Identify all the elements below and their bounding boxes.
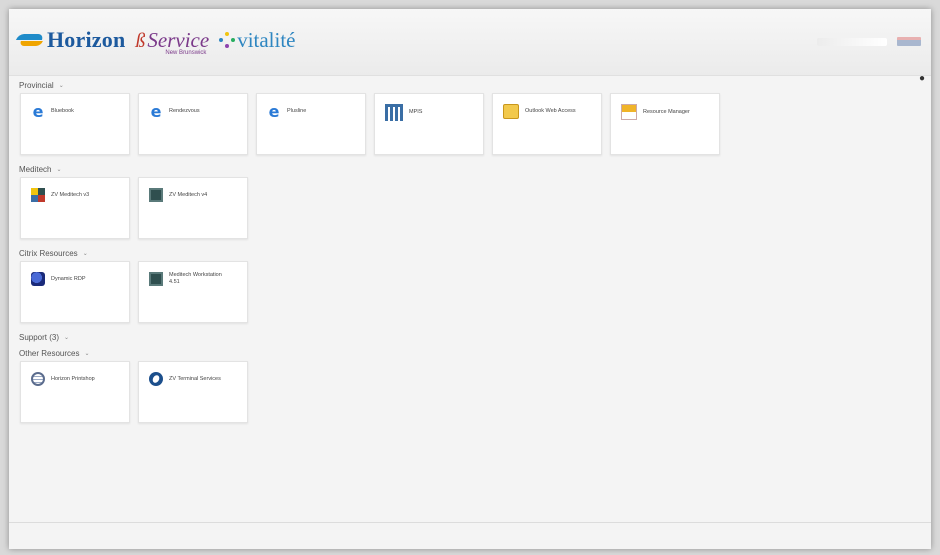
tile-row: ZV Meditech v3 ZV Meditech v4 (20, 177, 919, 239)
tile-header: MPIS (385, 104, 422, 121)
chart-icon (621, 104, 637, 120)
tile-name: ZV Meditech v4 (169, 191, 208, 198)
horizon-logo: Horizon (15, 27, 126, 53)
app-tile[interactable]: Horizon Printshop (20, 361, 130, 423)
vitalite-dots-icon (219, 32, 236, 48)
section-title[interactable]: Support (3) ⌄ (19, 329, 919, 345)
tile-header: ZV Meditech v4 (149, 188, 207, 202)
service-logo-subtitle: New Brunswick (165, 49, 207, 56)
tile-header: Resource Manager (621, 104, 690, 120)
app-tile[interactable]: MPIS (374, 93, 484, 155)
section-title-text: Provincial (19, 80, 54, 90)
tile-row: Horizon Printshop ZV Terminal Services (20, 361, 919, 423)
ie-icon: e (268, 101, 280, 121)
tile-name: Plusline (287, 107, 307, 114)
tile-header: Horizon Printshop (31, 372, 95, 386)
settings-gear-icon[interactable]: ● (919, 73, 925, 84)
tile-header: ZV Meditech v3 (31, 188, 89, 202)
app-tile[interactable]: e Rendezvous (138, 93, 248, 155)
app-tile[interactable]: Dynamic RDP (20, 261, 130, 323)
section-title-text: Meditech (19, 164, 52, 174)
chevron-down-icon[interactable]: ⌄ (64, 334, 69, 341)
tile-header: Outlook Web Access (503, 104, 576, 119)
section-title-text: Support (3) (19, 332, 60, 342)
tile-name: MPIS (409, 109, 423, 115)
remote-desktop-icon (31, 272, 45, 286)
chevron-down-icon[interactable]: ⌄ (56, 166, 61, 173)
tile-name: Meditech Workstation 4.51 (169, 272, 222, 285)
section-title[interactable]: Citrix Resources ⌄ (19, 245, 919, 261)
section-4: Other Resources ⌄ Horizon Printshop ZV Term… (19, 345, 919, 423)
app-sections: Provincial ⌄ e Bluebook e Rendezvous e Plusline… (19, 77, 919, 429)
tile-name: Resource Manager (643, 108, 690, 115)
section-1: Meditech ⌄ ZV Meditech v3 ZV Meditech v4 (19, 161, 919, 239)
tile-name: Outlook Web Access (525, 108, 576, 114)
section-title[interactable]: Other Resources ⌄ (19, 345, 919, 361)
horizon-logo-text: Horizon (47, 27, 126, 52)
horizon-mark-icon (15, 32, 45, 48)
section-title[interactable]: Provincial ⌄ (19, 77, 919, 93)
tile-header: Meditech Workstation 4.51 (149, 272, 229, 286)
tile-name: Horizon Printshop (51, 375, 95, 382)
app-tile[interactable]: ZV Meditech v3 (20, 177, 130, 239)
chevron-down-icon[interactable]: ⌄ (83, 250, 88, 257)
app-tile[interactable]: Meditech Workstation 4.51 (138, 261, 248, 323)
tile-row: e Bluebook e Rendezvous e Plusline MPIS Outlook… (20, 93, 919, 155)
logo-row: Horizon ß Service New Brunswick vitalité (15, 27, 296, 56)
app-tile[interactable]: ZV Terminal Services (138, 361, 248, 423)
chevron-down-icon[interactable]: ⌄ (84, 350, 89, 357)
footer (9, 522, 931, 549)
folder-icon (503, 104, 519, 119)
tile-header: e Bluebook (31, 101, 74, 121)
tile-header: ZV Terminal Services (149, 372, 221, 386)
meditech-v4-icon (149, 188, 163, 202)
app-tile[interactable]: e Plusline (256, 93, 366, 155)
meditech-v3-icon (31, 188, 45, 202)
terminal-services-icon (149, 372, 163, 386)
chevron-down-icon[interactable]: ⌄ (59, 82, 64, 89)
section-0: Provincial ⌄ e Bluebook e Rendezvous e Plusline… (19, 77, 919, 155)
meditech-workstation-icon (149, 272, 163, 286)
service-logo: ß Service New Brunswick (135, 28, 209, 56)
service-mark-icon: ß (135, 29, 146, 52)
section-title-text: Other Resources (19, 348, 80, 358)
tile-name: Dynamic RDP (51, 275, 86, 282)
user-menu[interactable] (817, 37, 887, 46)
ie-icon: e (32, 101, 44, 121)
tile-name: Bluebook (51, 107, 74, 114)
section-3: Support (3) ⌄ (19, 329, 919, 345)
app-tile[interactable]: e Bluebook (20, 93, 130, 155)
tile-name: ZV Terminal Services (169, 375, 221, 382)
grid-app-icon (385, 104, 403, 121)
app-tile[interactable]: ZV Meditech v4 (138, 177, 248, 239)
app-tile[interactable]: Resource Manager (610, 93, 720, 155)
ie-icon: e (150, 101, 162, 121)
section-title-text: Citrix Resources (19, 248, 78, 258)
tile-row: Dynamic RDP Meditech Workstation 4.51 (20, 261, 919, 323)
vitalite-logo-text: vitalité (237, 27, 296, 52)
vitalite-logo: vitalité (219, 27, 296, 53)
top-right-controls (817, 37, 921, 46)
tile-name: ZV Meditech v3 (51, 191, 90, 198)
language-flag-icon[interactable] (897, 37, 921, 46)
browser-frame: Horizon ß Service New Brunswick vitalité (9, 9, 931, 549)
globe-icon (31, 372, 45, 386)
section-2: Citrix Resources ⌄ Dynamic RDP Meditech Wor… (19, 245, 919, 323)
tile-header: e Plusline (267, 101, 307, 121)
tile-header: e Rendezvous (149, 101, 200, 121)
tile-header: Dynamic RDP (31, 272, 86, 286)
tile-name: Rendezvous (169, 107, 200, 114)
app-tile[interactable]: Outlook Web Access (492, 93, 602, 155)
top-bar: Horizon ß Service New Brunswick vitalité (9, 9, 931, 76)
section-title[interactable]: Meditech ⌄ (19, 161, 919, 177)
